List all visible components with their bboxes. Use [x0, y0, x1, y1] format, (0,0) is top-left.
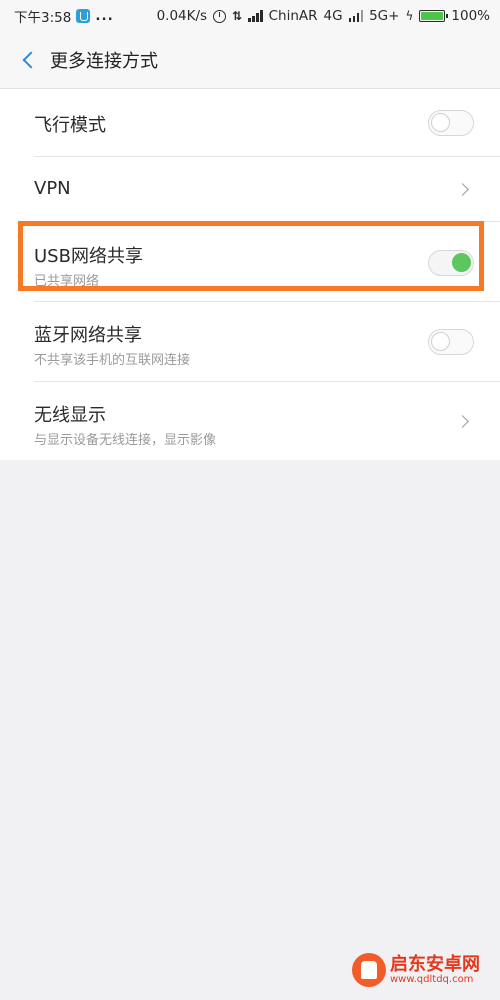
page-header: 更多连接方式 — [0, 32, 500, 89]
status-time: 下午3:58 — [14, 10, 72, 26]
setting-row-vpn[interactable]: VPN — [0, 157, 500, 222]
airplane-mode-toggle[interactable] — [428, 110, 474, 136]
notification-app-icon — [76, 9, 91, 23]
watermark-logo-icon — [352, 953, 386, 987]
network-speed: 0.04K/s — [156, 8, 208, 24]
battery-icon — [419, 10, 449, 22]
watermark-text: 启东安卓网 www.qdltdq.com — [390, 953, 480, 986]
watermark: 启东安卓网 www.qdltdq.com — [352, 946, 492, 994]
watermark-title: 启东安卓网 — [390, 953, 480, 975]
setting-row-airplane-mode[interactable]: 飞行模式 — [0, 89, 500, 157]
toggle-knob — [431, 332, 450, 351]
watermark-url: www.qdltdq.com — [390, 974, 474, 986]
usb-tethering-toggle[interactable] — [428, 250, 474, 276]
status-right: 0.04K/s ⇅ ChinAR 4G 5G+ ϟ 100% — [157, 8, 490, 24]
setting-title: 蓝牙网络共享 — [34, 325, 142, 346]
more-notifications: ... — [95, 8, 114, 24]
setting-title: 无线显示 — [34, 405, 106, 426]
page-title: 更多连接方式 — [50, 51, 158, 72]
setting-subtitle: 已共享网络 — [34, 274, 100, 289]
battery-level: 100% — [451, 8, 490, 24]
network-type-1: 4G — [323, 8, 343, 24]
battery-fill — [421, 12, 444, 20]
signal-icon-2 — [348, 10, 364, 22]
chevron-right-icon — [458, 184, 470, 196]
charging-icon: ϟ — [405, 9, 414, 23]
setting-title: VPN — [34, 178, 71, 199]
bluetooth-tethering-toggle[interactable] — [428, 329, 474, 355]
setting-title: USB网络共享 — [34, 246, 143, 267]
data-transfer-icon: ⇅ — [232, 9, 243, 23]
toggle-knob — [431, 113, 450, 132]
setting-subtitle: 与显示设备无线连接，显示影像 — [34, 433, 217, 448]
alarm-icon — [213, 9, 227, 23]
back-icon[interactable] — [12, 44, 44, 76]
status-left: 下午3:58 ... — [14, 6, 114, 26]
setting-subtitle: 不共享该手机的互联网连接 — [34, 353, 191, 368]
carrier-name: ChinAR — [268, 8, 318, 24]
signal-icon — [248, 10, 263, 22]
setting-row-usb-tethering[interactable]: USB网络共享 已共享网络 — [0, 222, 500, 302]
network-type-2: 5G+ — [369, 8, 400, 24]
toggle-knob — [452, 253, 471, 272]
setting-row-wireless-display[interactable]: 无线显示 与显示设备无线连接，显示影像 — [0, 382, 500, 460]
setting-title: 飞行模式 — [34, 115, 106, 136]
settings-list: 飞行模式 VPN USB网络共享 已共享网络 蓝牙网络共享 不共享该手机的互联网… — [0, 89, 500, 460]
chevron-right-icon — [458, 416, 470, 428]
setting-row-bluetooth-tethering[interactable]: 蓝牙网络共享 不共享该手机的互联网连接 — [0, 302, 500, 382]
status-bar: 下午3:58 ... 0.04K/s ⇅ ChinAR 4G 5G+ ϟ 100… — [0, 0, 500, 32]
